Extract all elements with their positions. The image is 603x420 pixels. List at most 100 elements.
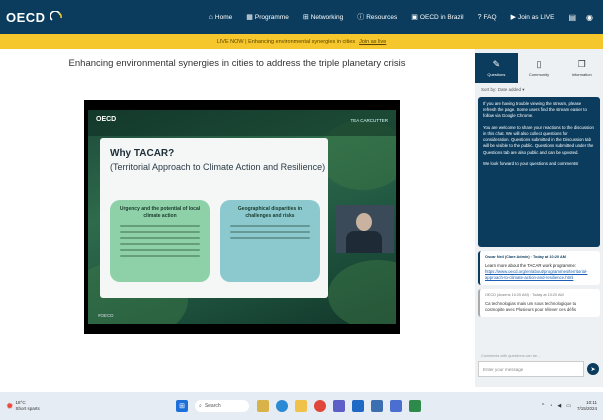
- sort-by-dropdown[interactable]: Sort by: Date added ▾: [481, 87, 525, 93]
- battery-icon[interactable]: ▭: [566, 403, 571, 409]
- slide-card: Why TACAR? (Territorial Approach to Clim…: [100, 138, 328, 298]
- nav-item-resources[interactable]: ⓘ Resources: [357, 12, 397, 22]
- nav-item-join-live[interactable]: ▶ Join as LIVE: [510, 13, 555, 22]
- nav-item-label: Networking: [310, 13, 344, 21]
- play-icon: ▶: [510, 14, 516, 21]
- document-icon: ▯: [536, 59, 542, 69]
- box-title: Urgency and the potential of local clima…: [119, 206, 201, 219]
- outlook-icon[interactable]: [352, 400, 364, 412]
- slide-header: [88, 110, 396, 136]
- message-input[interactable]: Enter your message: [478, 361, 584, 377]
- taskbar-apps: ⊞ ⌕ Search: [176, 400, 428, 412]
- nav-item-networking[interactable]: ⊞ Networking: [302, 13, 344, 22]
- banner-text: LIVE NOW | Enhancing environmental syner…: [216, 38, 356, 45]
- nav-right-icons: ▤ ◉: [568, 13, 603, 22]
- box-text-lines: [226, 225, 314, 239]
- nav-item-label: OECD in Brazil: [419, 13, 464, 21]
- calendar-add-icon[interactable]: ▤: [568, 13, 576, 22]
- tab-information[interactable]: ❐ Information: [560, 53, 603, 83]
- account-icon[interactable]: ◉: [586, 13, 593, 22]
- clock-date: 7/15/2024: [576, 406, 597, 411]
- calendar-icon: ▦: [246, 14, 253, 21]
- logo-swoosh-icon: [49, 11, 62, 21]
- message-link[interactable]: https://www.oecd.org/en/about/programmes…: [485, 269, 595, 281]
- weather-widget[interactable]: ✹ 18°C Short sparts: [6, 400, 56, 412]
- message-text: Ca technologias mais um sous technologiq…: [485, 300, 577, 312]
- message-author: OECD (dozens 10:20 AM) · Today at 10:20 …: [485, 293, 564, 298]
- message-list: If you are having trouble viewing the st…: [478, 97, 600, 321]
- network-icon: ⊞: [302, 14, 309, 21]
- speaker-video: [336, 205, 394, 253]
- search-placeholder: Search: [204, 403, 221, 409]
- nav-item-label: Join as LIVE: [517, 13, 555, 21]
- file-explorer-icon[interactable]: [295, 400, 307, 412]
- banner-link[interactable]: Join as live: [359, 39, 386, 45]
- chevron-up-icon[interactable]: ^: [542, 403, 544, 409]
- box-text-lines: [116, 225, 204, 257]
- tab-label: Questions: [487, 72, 506, 77]
- wifi-icon[interactable]: ◔: [549, 403, 552, 409]
- comment-hint: Comments with questions can be...: [481, 354, 541, 358]
- tab-label: Community: [528, 72, 550, 77]
- store-icon[interactable]: [390, 400, 402, 412]
- weather-temp: 18°C: [15, 400, 26, 406]
- chat-panel: ✎ Questions ▯ Community ❐ Information So…: [475, 49, 603, 387]
- weather-icon: ✹: [6, 400, 14, 411]
- panel-tabs: ✎ Questions ▯ Community ❐ Information: [475, 53, 603, 83]
- system-message-paragraph: You are welcome to share your reactions …: [483, 124, 594, 155]
- windows-taskbar: ✹ 18°C Short sparts ⊞ ⌕ Search ^ ◔ ◀ ▭ 1…: [0, 392, 603, 420]
- slide-box-urgency: Urgency and the potential of local clima…: [110, 200, 210, 282]
- windows-start-icon[interactable]: ⊞: [176, 400, 188, 412]
- slide-box-disparities: Geographical disparities in challenges a…: [220, 200, 320, 282]
- system-message: If you are having trouble viewing the st…: [478, 97, 600, 247]
- send-icon[interactable]: ➤: [587, 363, 599, 375]
- tab-questions[interactable]: ✎ Questions: [475, 53, 518, 83]
- nav-menu: ⌂ Home ▦ Programme ⊞ Networking ⓘ Resour…: [209, 12, 569, 22]
- tab-label: Information: [571, 72, 592, 77]
- chrome-icon[interactable]: [314, 400, 326, 412]
- settings-icon[interactable]: [371, 400, 383, 412]
- photos-icon[interactable]: [409, 400, 421, 412]
- building-icon: ▣: [411, 14, 418, 21]
- nav-item-home[interactable]: ⌂ Home: [209, 14, 233, 21]
- chat-icon: ✎: [492, 59, 501, 69]
- system-tray: ^ ◔ ◀ ▭ 10:11 7/15/2024: [537, 400, 597, 412]
- task-view-icon[interactable]: [257, 400, 269, 412]
- slide-tag: TEA CARCUTTER: [350, 118, 388, 123]
- app-window: OECD ⌂ Home ▦ Programme ⊞ Networking ⓘ R…: [0, 0, 603, 420]
- box-title: Geographical disparities in challenges a…: [237, 206, 303, 219]
- taskbar-search[interactable]: ⌕ Search: [195, 400, 249, 412]
- nav-item-label: Home: [214, 13, 233, 21]
- nav-item-faq[interactable]: ? FAQ: [478, 14, 497, 21]
- file-icon: ❐: [577, 59, 586, 69]
- weather-text: Short sparts: [15, 406, 40, 411]
- message-author: Oscar Neil (Clare Admin) · Today at 10:2…: [485, 255, 566, 259]
- nav-item-oecd-in-brazil[interactable]: ▣ OECD in Brazil: [411, 13, 464, 22]
- logo-text: OECD: [6, 9, 46, 25]
- volume-icon[interactable]: ◀: [557, 403, 561, 409]
- live-banner: LIVE NOW | Enhancing environmental syner…: [0, 34, 603, 49]
- nav-item-label: FAQ: [483, 13, 497, 21]
- search-icon: ⌕: [199, 403, 202, 409]
- clock[interactable]: 10:11 7/15/2024: [577, 400, 597, 412]
- nav-item-label: Programme: [254, 13, 289, 21]
- video-player[interactable]: OECD TEA CARCUTTER Why TACAR? (Territori…: [84, 100, 400, 334]
- chat-message: Oscar Neil (Clare Admin) · Today at 10:2…: [478, 251, 600, 286]
- system-message-paragraph: If you are having trouble viewing the st…: [483, 101, 587, 119]
- page-title: Enhancing environmental synergies in cit…: [68, 58, 406, 69]
- slide-footer: #OECD: [98, 313, 114, 318]
- chat-message: OECD (dozens 10:20 AM) · Today at 10:20 …: [478, 289, 600, 318]
- slide-background: OECD TEA CARCUTTER Why TACAR? (Territori…: [88, 110, 396, 324]
- top-navigation-bar: OECD ⌂ Home ▦ Programme ⊞ Networking ⓘ R…: [0, 0, 603, 34]
- tab-community[interactable]: ▯ Community: [518, 53, 561, 83]
- home-icon: ⌂: [208, 13, 213, 21]
- system-message-paragraph: We look forward to your questions and co…: [483, 160, 579, 166]
- question-icon: ?: [477, 13, 482, 21]
- teams-icon[interactable]: [333, 400, 345, 412]
- nav-item-label: Resources: [366, 13, 398, 21]
- slide-heading: Why TACAR?: [110, 148, 175, 159]
- edge-icon[interactable]: [276, 400, 288, 412]
- oecd-logo[interactable]: OECD: [6, 10, 89, 25]
- nav-item-programme[interactable]: ▦ Programme: [246, 13, 289, 22]
- info-icon: ⓘ: [357, 14, 365, 21]
